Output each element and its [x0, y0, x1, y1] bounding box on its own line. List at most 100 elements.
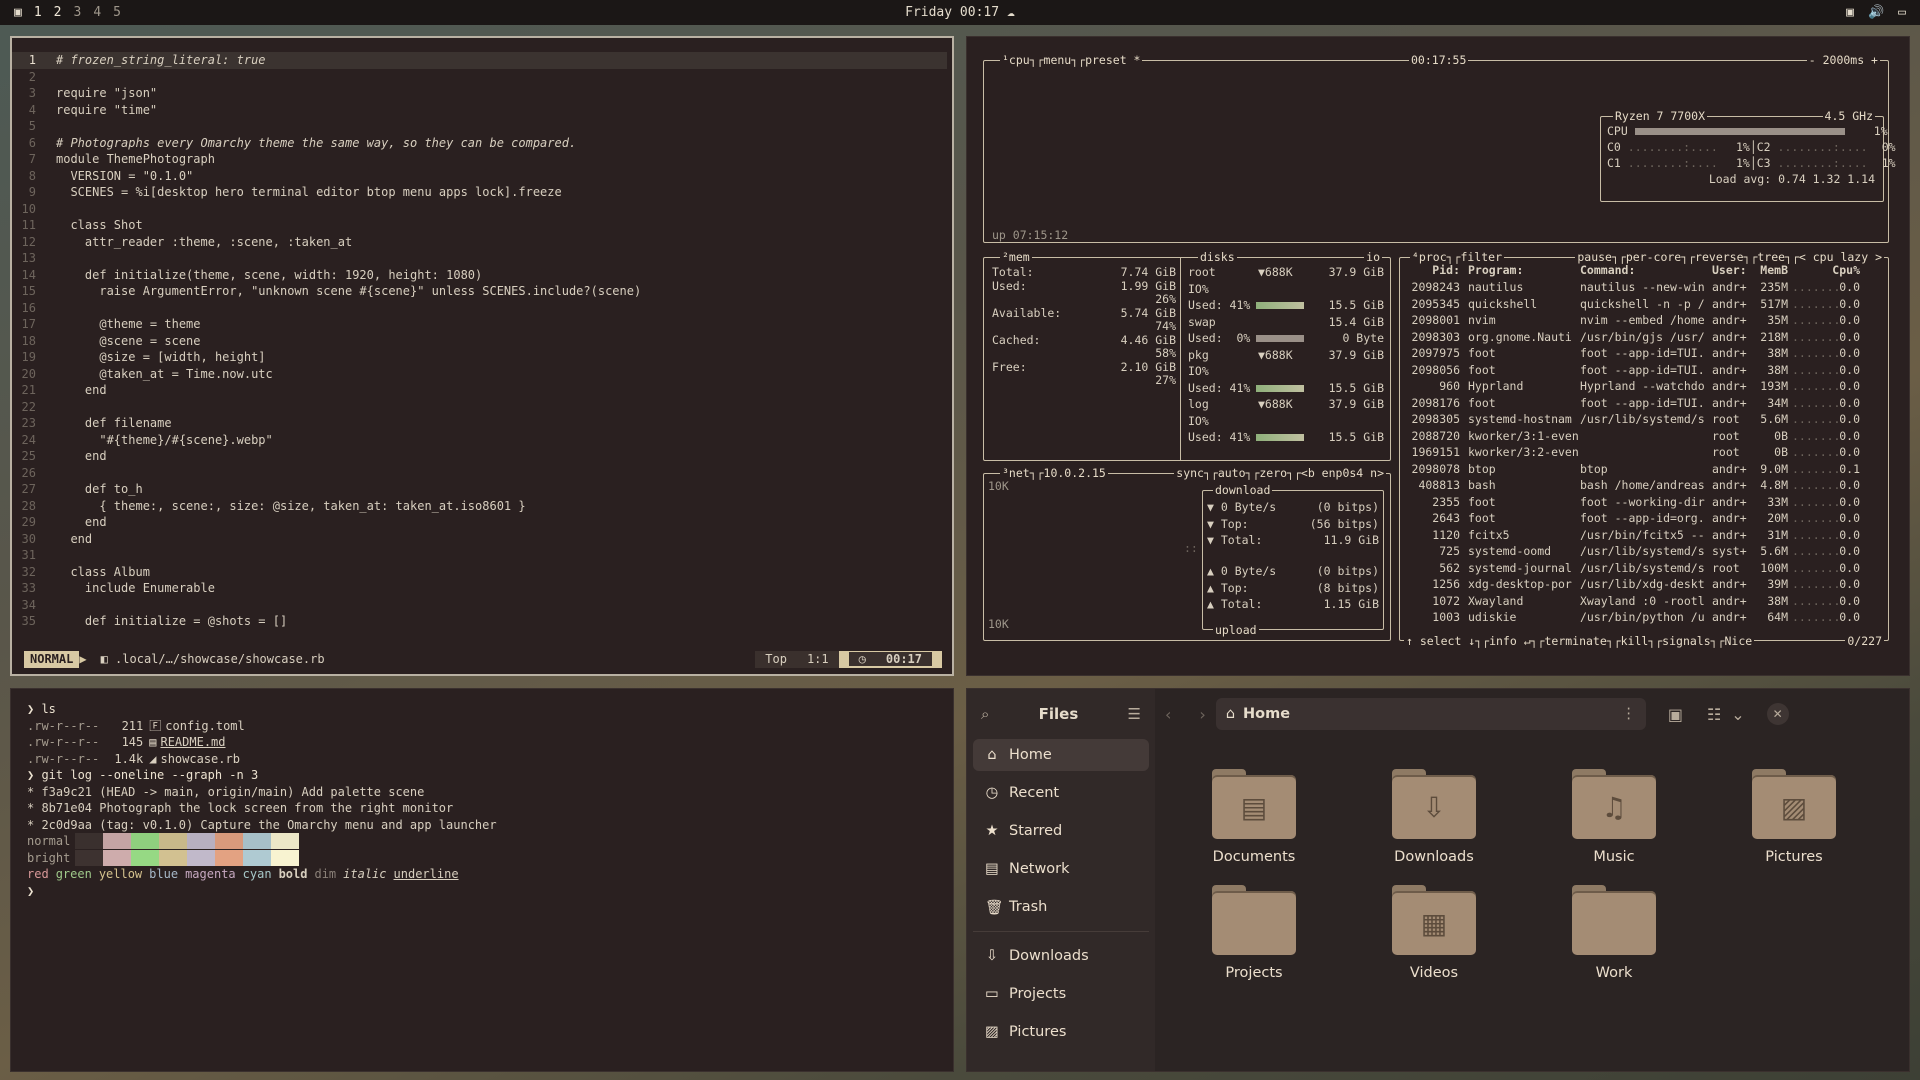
proc-row[interactable]: 2098078 btop btop andr+ 9.0M 0.1....... [1404, 461, 1884, 477]
code-line[interactable]: 29 end [12, 514, 947, 531]
editor-buffer[interactable]: 1 # frozen_string_literal: true 2 3 require … [12, 52, 947, 630]
proc-col-header[interactable]: User: [1712, 262, 1752, 279]
proc-row[interactable]: 2098056 foot foot --app-id=TUI. andr+ 38M 0.0… [1404, 362, 1884, 378]
code-line[interactable]: 16 [12, 300, 947, 317]
proc-row[interactable]: 2097975 foot foot --app-id=TUI. andr+ 38M 0.0… [1404, 345, 1884, 361]
workspace-4[interactable]: 4 [93, 5, 101, 20]
sidebar-item-network[interactable]: ▤ Network [973, 853, 1149, 885]
btop-window[interactable]: ¹cpu┐┌menu┐┌preset * 00:17:55 - 2000ms +… [966, 36, 1910, 676]
code-line[interactable]: 35 def initialize = @shots = [] [12, 613, 947, 630]
workspace-5[interactable]: 5 [113, 5, 121, 20]
code-line[interactable]: 10 [12, 201, 947, 218]
code-line[interactable]: 30 end [12, 531, 947, 548]
sidebar-item-projects[interactable]: ▭ Projects [973, 978, 1149, 1010]
proc-row[interactable]: 1969151 kworker/3:2-even root 0B 0.0....... [1404, 444, 1884, 460]
code-line[interactable]: 4 require "time" [12, 102, 947, 119]
proc-row[interactable]: 2643 foot foot --app-id=org. andr+ 20M 0.0...… [1404, 510, 1884, 526]
sidebar-item-recent[interactable]: ◷ Recent [973, 777, 1149, 809]
folder-item[interactable]: ⇩ Downloads [1359, 769, 1509, 865]
code-line[interactable]: 1 # frozen_string_literal: true [12, 52, 947, 69]
proc-row[interactable]: 1120 fcitx5/usr/bin/fcitx5 -- andr+ 31M 0.0.… [1404, 527, 1884, 543]
folder-item[interactable]: ▤ Documents [1179, 769, 1329, 865]
proc-row[interactable]: 1256 xdg-desktop-por/usr/lib/xdg-deskt and… [1404, 576, 1884, 592]
code-line[interactable]: 24 "#{theme}/#{scene}.webp" [12, 432, 947, 449]
sidebar-item-downloads[interactable]: ⇩ Downloads [973, 940, 1149, 972]
code-line[interactable]: 28 { theme:, scene:, size: @size, taken_… [12, 498, 947, 515]
mem-box-title[interactable]: ²mem [1000, 249, 1032, 265]
sidebar-item-trash[interactable]: 🗑 Trash [973, 891, 1149, 923]
proc-row[interactable]: 2098305 systemd-hostnam/usr/lib/systemd/s… [1404, 411, 1884, 427]
files-window[interactable]: ⌕ Files ☰ ⌂ Home ◷ Recent ★ Starred ▤ Network 🗑 T… [966, 688, 1910, 1072]
screen-record-icon[interactable]: ▣ [1846, 5, 1854, 20]
sidebar-item-starred[interactable]: ★ Starred [973, 815, 1149, 847]
proc-col-header[interactable]: Program: [1468, 262, 1578, 279]
net-options[interactable]: sync┐┌auto┐┌zero┐┌<b enp0s4 n> [1174, 465, 1386, 481]
folder-item[interactable]: ♫ Music [1539, 769, 1689, 865]
cloud-icon[interactable]: ☁ [1007, 5, 1015, 20]
code-line[interactable]: 5 [12, 118, 947, 135]
code-line[interactable]: 17 @theme = theme [12, 316, 947, 333]
code-line[interactable]: 27 def to_h [12, 481, 947, 498]
kebab-menu-icon[interactable]: ⋮ [1621, 706, 1636, 722]
folder-item[interactable]: Work [1539, 885, 1689, 981]
code-line[interactable]: 22 [12, 399, 947, 416]
view-dropdown-icon[interactable]: ⌄ [1731, 705, 1744, 724]
proc-col-header[interactable]: Cpu% [1822, 262, 1860, 279]
code-line[interactable]: 25 end [12, 448, 947, 465]
proc-row[interactable]: 1003 udiskie/usr/bin/python /u andr+ 64M 0.0… [1404, 609, 1884, 625]
location-bar[interactable]: ⌂ Home ⋮ [1215, 698, 1646, 730]
view-list-icon[interactable]: ☷ [1707, 705, 1721, 724]
proc-col-header[interactable]: Command: [1580, 262, 1710, 279]
update-interval[interactable]: - 2000ms + [1806, 52, 1880, 68]
code-line[interactable]: 33 include Enumerable [12, 580, 947, 597]
folder-item[interactable]: ▨ Pictures [1719, 769, 1869, 865]
sidebar-item-home[interactable]: ⌂ Home [973, 739, 1149, 771]
menu-icon[interactable]: ☰ [1128, 705, 1141, 723]
proc-row[interactable]: 2098001 nvim nvim --embed /home andr+ 35M 0.0… [1404, 312, 1884, 328]
workspace-3[interactable]: 3 [73, 5, 81, 20]
proc-col-header[interactable]: MemB [1752, 262, 1788, 279]
code-line[interactable]: 26 [12, 465, 947, 482]
code-line[interactable]: 31 [12, 547, 947, 564]
proc-row[interactable]: 2098176 foot foot --app-id=TUI. andr+ 34M 0.0… [1404, 395, 1884, 411]
disks-title[interactable]: disks [1198, 249, 1237, 265]
proc-row[interactable]: 1072 Xwayland Xwayland :0 -rootl andr+ 38M 0.… [1404, 593, 1884, 609]
back-icon[interactable]: ‹ [1165, 705, 1171, 724]
workspace-1[interactable]: 1 [34, 5, 42, 20]
workspace-2[interactable]: 2 [54, 5, 62, 20]
proc-row[interactable]: 725 systemd-oomd/usr/lib/systemd/s syst+ 5.… [1404, 543, 1884, 559]
proc-row[interactable]: 960 Hyprland Hyprland --watchdo andr+ 193M 0.… [1404, 378, 1884, 394]
proc-row[interactable]: 562 systemd-journal/usr/lib/systemd/s root… [1404, 560, 1884, 576]
proc-row[interactable]: 2098303 org.gnome.Nauti/usr/bin/gjs /usr/… [1404, 329, 1884, 345]
search-icon[interactable]: ⌕ [981, 705, 989, 723]
proc-col-header[interactable]: Pid: [1408, 262, 1460, 279]
code-line[interactable]: 6 # Photographs every Omarchy theme the s… [12, 135, 947, 152]
proc-row[interactable]: 408813 bash bash /home/andreas andr+ 4.8M 0.0… [1404, 477, 1884, 493]
code-line[interactable]: 9 SCENES = %i[desktop hero terminal edit… [12, 184, 947, 201]
code-line[interactable]: 7 module ThemePhotograph [12, 151, 947, 168]
code-line[interactable]: 2 [12, 69, 947, 86]
code-line[interactable]: 8 VERSION = "0.1.0" [12, 168, 947, 185]
folder-item[interactable]: Projects [1179, 885, 1329, 981]
net-box-title[interactable]: ³net┐┌10.0.2.15 [1000, 465, 1108, 481]
code-line[interactable]: 3 require "json" [12, 85, 947, 102]
code-line[interactable]: 20 @taken_at = Time.now.utc [12, 366, 947, 383]
proc-row[interactable]: 2355 foot foot --working-dir andr+ 33M 0.0...… [1404, 494, 1884, 510]
code-line[interactable]: 23 def filename [12, 415, 947, 432]
forward-icon[interactable]: › [1199, 705, 1205, 724]
code-line[interactable]: 32 class Album [12, 564, 947, 581]
code-line[interactable]: 15 raise ArgumentError, "unknown scene #… [12, 283, 947, 300]
code-line[interactable]: 34 [12, 597, 947, 614]
hyprland-logo-icon[interactable]: ▣ [14, 5, 22, 20]
code-line[interactable]: 21 end [12, 382, 947, 399]
terminal-window[interactable]: ❯ ls .rw-r--r-- 211 🄵config.toml .rw-r--r-- 1… [10, 688, 954, 1072]
clock[interactable]: Friday 00:17 ☁ [905, 5, 1015, 20]
code-line[interactable]: 11 class Shot [12, 217, 947, 234]
code-line[interactable]: 18 @scene = scene [12, 333, 947, 350]
sidebar-item-pictures[interactable]: ▨ Pictures [973, 1016, 1149, 1048]
display-icon[interactable]: ▭ [1898, 5, 1906, 20]
code-line[interactable]: 19 @size = [width, height] [12, 349, 947, 366]
cpu-box-title[interactable]: ¹cpu┐┌menu┐┌preset * [1000, 52, 1143, 68]
folder-item[interactable]: ▦ Videos [1359, 885, 1509, 981]
proc-footer[interactable]: ↑ select ↓┐┌info ↵┐┌terminate┐┌kill┐┌sig… [1404, 633, 1755, 649]
